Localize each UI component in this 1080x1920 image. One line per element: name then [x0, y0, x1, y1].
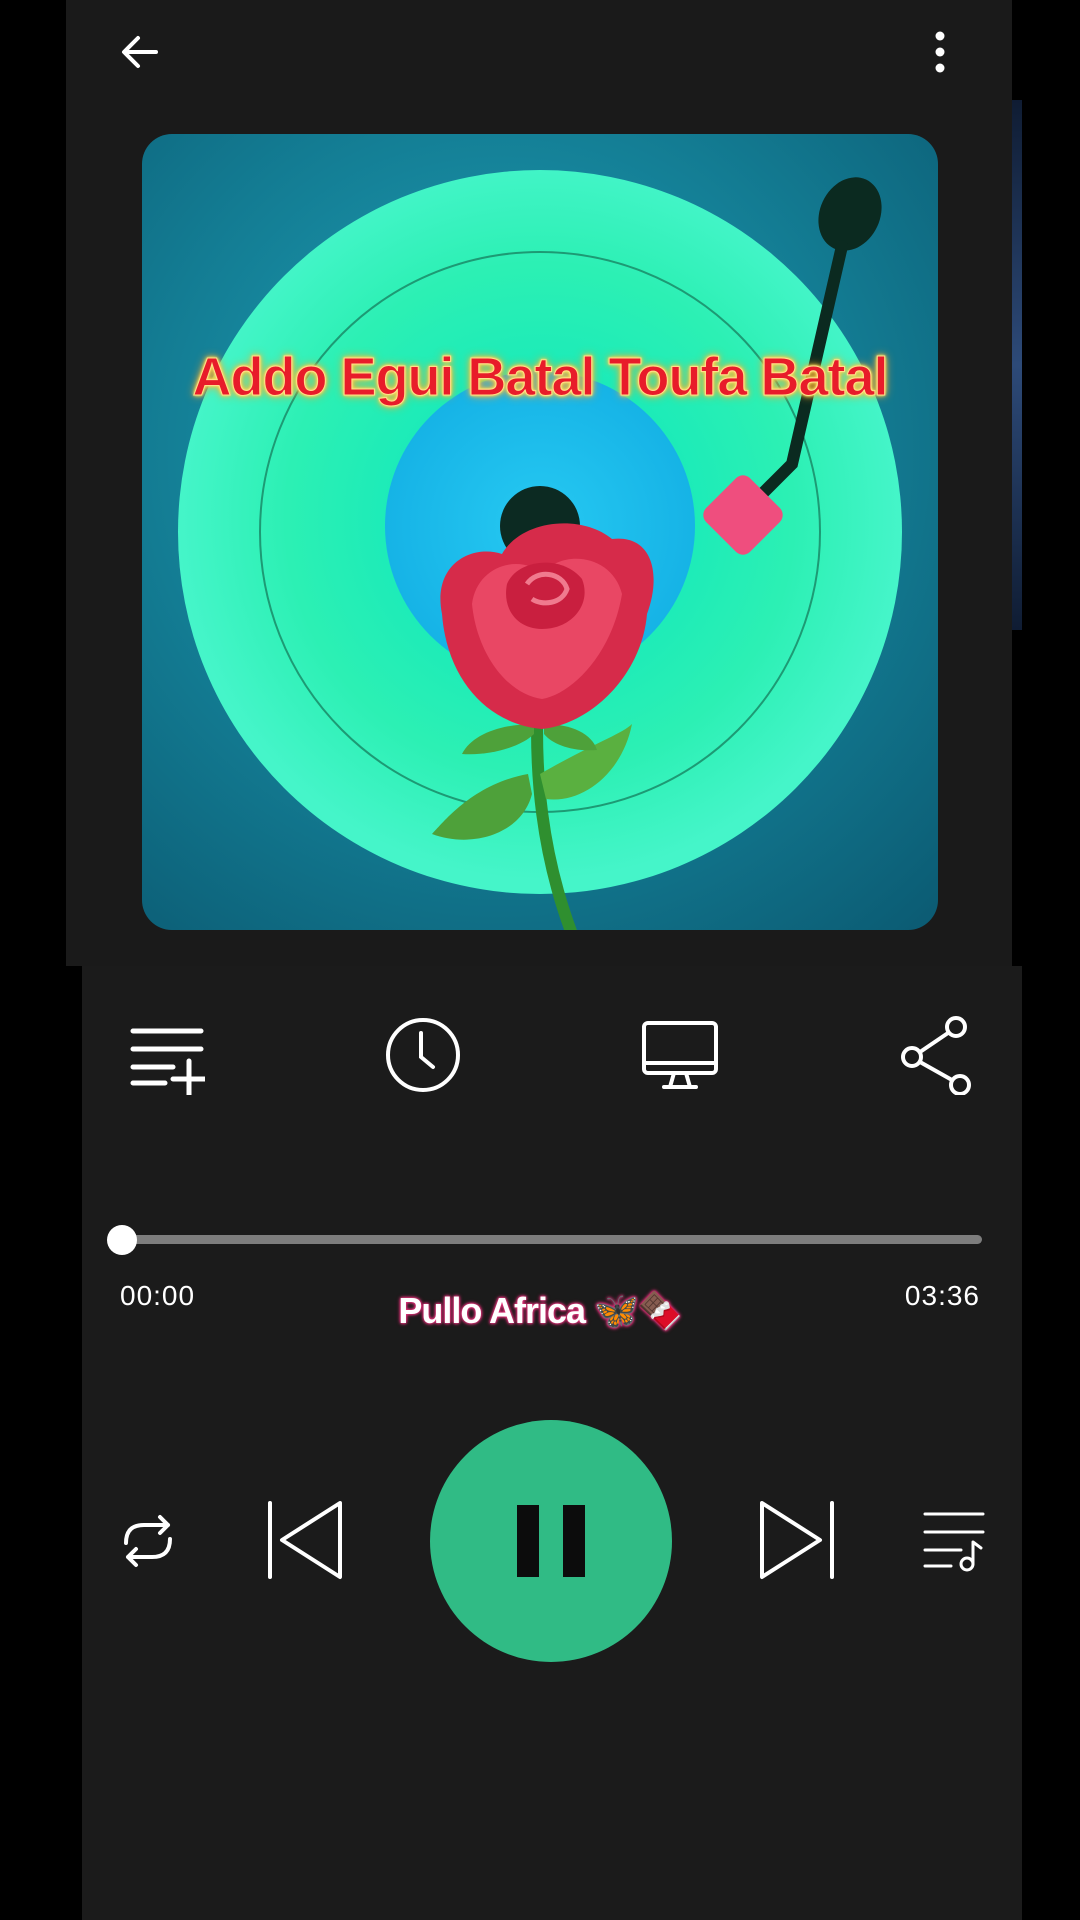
- pause-icon: [517, 1505, 585, 1577]
- music-player-screen: Addo Egui Batal Toufa Batal 00:00 03:36 …: [0, 0, 1080, 1920]
- clock-icon: [386, 1018, 460, 1092]
- pause-button[interactable]: [430, 1420, 672, 1662]
- sleep-timer-button[interactable]: [378, 1010, 468, 1100]
- skip-next-icon: [760, 1501, 834, 1579]
- total-duration: 03:36: [904, 1280, 980, 1311]
- arrow-left-icon: [122, 36, 158, 68]
- cast-button[interactable]: [635, 1010, 725, 1100]
- add-to-playlist-button[interactable]: [120, 1010, 210, 1100]
- art-caption: Addo Egui Batal Toufa Batal: [192, 347, 889, 408]
- repeat-button[interactable]: [112, 1510, 184, 1572]
- next-button[interactable]: [752, 1495, 844, 1585]
- side-strip: [1012, 100, 1022, 630]
- repeat-icon: [124, 1515, 172, 1567]
- monitor-icon: [642, 1021, 718, 1089]
- playlist-add-icon: [130, 1028, 205, 1095]
- seek-thumb[interactable]: [107, 1225, 137, 1255]
- queue-music-icon: [923, 1512, 985, 1572]
- queue-button[interactable]: [918, 1505, 990, 1575]
- artist-name: Pullo Africa 🦋🍫: [398, 1290, 682, 1331]
- album-art: [142, 134, 938, 930]
- back-button[interactable]: [110, 22, 170, 82]
- vinyl-record-illustration: [178, 170, 902, 930]
- elapsed-time: 00:00: [120, 1280, 196, 1311]
- previous-button[interactable]: [258, 1495, 350, 1585]
- share-icon: [901, 1016, 971, 1095]
- seek-bar[interactable]: [107, 1225, 982, 1255]
- more-options-button[interactable]: [920, 22, 960, 82]
- skip-previous-icon: [268, 1501, 342, 1579]
- more-vertical-icon: [935, 31, 945, 73]
- share-button[interactable]: [893, 1010, 983, 1100]
